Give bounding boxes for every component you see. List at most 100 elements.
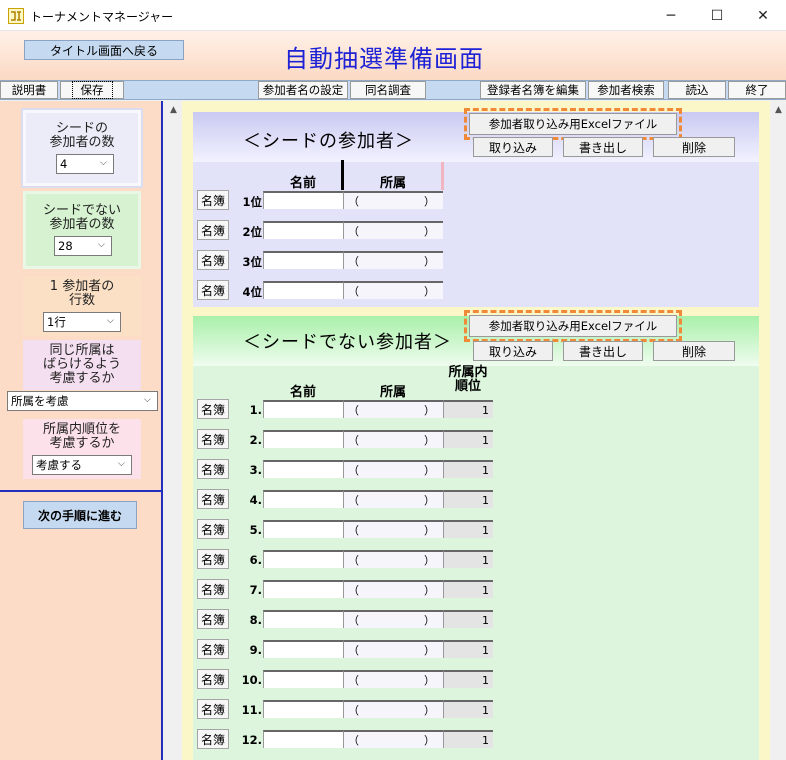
- name-field[interactable]: [263, 550, 343, 568]
- name-field[interactable]: [263, 520, 343, 538]
- nonseed-excel-file-button[interactable]: 参加者取り込み用Excelファイル: [464, 310, 682, 342]
- name-field[interactable]: [263, 610, 343, 628]
- nonseed-col-affil: 所属: [379, 385, 406, 400]
- nonseed-export-button[interactable]: 書き出し: [563, 341, 643, 361]
- affiliation-field[interactable]: （）: [343, 640, 443, 658]
- roster-button[interactable]: 名簿: [197, 639, 229, 659]
- affiliation-field[interactable]: （）: [343, 400, 443, 418]
- roster-button[interactable]: 名簿: [197, 579, 229, 599]
- affil-order-field[interactable]: 1: [443, 400, 493, 418]
- seed-col-affil: 所属: [379, 176, 406, 191]
- nonseed-delete-button[interactable]: 削除: [653, 341, 735, 361]
- affiliation-field[interactable]: （）: [343, 191, 443, 209]
- affiliation-field[interactable]: （）: [343, 730, 443, 748]
- edit-registry-button[interactable]: 登録者名簿を編集: [480, 81, 586, 99]
- same-affil-select[interactable]: 所属を考慮 ⌵: [7, 391, 158, 411]
- rows-select[interactable]: 1行 ⌵: [43, 312, 121, 332]
- affiliation-field[interactable]: （）: [343, 430, 443, 448]
- roster-button[interactable]: 名簿: [197, 519, 229, 539]
- affil-order-field[interactable]: 1: [443, 520, 493, 538]
- affiliation-field[interactable]: （）: [343, 610, 443, 628]
- name-field[interactable]: [263, 490, 343, 508]
- affiliation-field[interactable]: （）: [343, 251, 443, 269]
- roster-button[interactable]: 名簿: [197, 459, 229, 479]
- affil-order-field[interactable]: 1: [443, 610, 493, 628]
- next-step-button[interactable]: 次の手順に進む: [23, 501, 137, 529]
- exit-button[interactable]: 終了: [728, 81, 786, 99]
- roster-button[interactable]: 名簿: [197, 190, 229, 210]
- name-field[interactable]: [263, 400, 343, 418]
- name-field[interactable]: [263, 251, 343, 269]
- roster-button[interactable]: 名簿: [197, 549, 229, 569]
- roster-button[interactable]: 名簿: [197, 399, 229, 419]
- roster-button[interactable]: 名簿: [197, 699, 229, 719]
- affiliation-field[interactable]: （）: [343, 460, 443, 478]
- affil-rank-select[interactable]: 考慮する ⌵: [32, 455, 132, 475]
- maximize-button[interactable]: ☐: [694, 0, 740, 31]
- affil-open-paren: （: [348, 734, 359, 747]
- name-field[interactable]: [263, 730, 343, 748]
- affil-order-field[interactable]: 1: [443, 580, 493, 598]
- back-to-title-button[interactable]: タイトル画面へ戻る: [24, 40, 184, 60]
- name-field[interactable]: [263, 700, 343, 718]
- same-affil-panel: 同じ所属は ばらけるよう 考慮するか: [23, 340, 141, 390]
- left-scrollbar[interactable]: ▲: [165, 101, 182, 760]
- seed-export-button[interactable]: 書き出し: [563, 137, 643, 157]
- affil-order-field[interactable]: 1: [443, 730, 493, 748]
- roster-button[interactable]: 名簿: [197, 220, 229, 240]
- name-field[interactable]: [263, 221, 343, 239]
- affil-order-field[interactable]: 1: [443, 430, 493, 448]
- affil-order-field[interactable]: 1: [443, 460, 493, 478]
- affiliation-field[interactable]: （）: [343, 281, 443, 299]
- close-button[interactable]: ✕: [740, 0, 786, 31]
- seed-import-button[interactable]: 取り込み: [473, 137, 553, 157]
- name-field[interactable]: [263, 430, 343, 448]
- name-field[interactable]: [263, 191, 343, 209]
- nonseed-count-select[interactable]: 28 ⌵: [54, 236, 112, 256]
- load-button[interactable]: 読込: [668, 81, 726, 99]
- scroll-up-icon[interactable]: ▲: [770, 101, 786, 118]
- minimize-button[interactable]: ─: [648, 0, 694, 31]
- search-participant-button[interactable]: 参加者検索: [588, 81, 664, 99]
- nonseed-number: 1.: [249, 403, 262, 417]
- name-field[interactable]: [263, 640, 343, 658]
- affiliation-field[interactable]: （）: [343, 520, 443, 538]
- affil-close-paren: ）: [424, 524, 435, 537]
- name-field[interactable]: [263, 460, 343, 478]
- name-field[interactable]: [263, 670, 343, 688]
- participant-name-settings-button[interactable]: 参加者名の設定: [258, 81, 348, 99]
- affiliation-field[interactable]: （）: [343, 580, 443, 598]
- affil-close-paren: ）: [424, 704, 435, 717]
- save-button[interactable]: 保存: [60, 81, 124, 99]
- roster-button[interactable]: 名簿: [197, 729, 229, 749]
- roster-button[interactable]: 名簿: [197, 280, 229, 300]
- affiliation-field[interactable]: （）: [343, 670, 443, 688]
- roster-button[interactable]: 名簿: [197, 250, 229, 270]
- affil-order-field[interactable]: 1: [443, 550, 493, 568]
- affil-order-field[interactable]: 1: [443, 640, 493, 658]
- seed-delete-button[interactable]: 削除: [653, 137, 735, 157]
- affil-open-paren: （: [348, 614, 359, 627]
- roster-button[interactable]: 名簿: [197, 669, 229, 689]
- same-name-check-button[interactable]: 同名調査: [350, 81, 426, 99]
- name-field[interactable]: [263, 580, 343, 598]
- affil-order-field[interactable]: 1: [443, 490, 493, 508]
- roster-button[interactable]: 名簿: [197, 609, 229, 629]
- affiliation-field[interactable]: （）: [343, 550, 443, 568]
- affiliation-field[interactable]: （）: [343, 221, 443, 239]
- right-scrollbar[interactable]: ▲: [770, 101, 786, 760]
- affil-order-field[interactable]: 1: [443, 700, 493, 718]
- affiliation-field[interactable]: （）: [343, 490, 443, 508]
- seed-excel-file-button[interactable]: 参加者取り込み用Excelファイル: [464, 108, 682, 140]
- affiliation-field[interactable]: （）: [343, 700, 443, 718]
- column-divider: [441, 162, 444, 190]
- roster-button[interactable]: 名簿: [197, 429, 229, 449]
- seed-count-select[interactable]: 4 ⌵: [56, 154, 114, 174]
- affil-open-paren: （: [348, 554, 359, 567]
- name-field[interactable]: [263, 281, 343, 299]
- manual-button[interactable]: 説明書: [0, 81, 58, 99]
- scroll-up-icon[interactable]: ▲: [165, 101, 182, 118]
- affil-order-field[interactable]: 1: [443, 670, 493, 688]
- roster-button[interactable]: 名簿: [197, 489, 229, 509]
- nonseed-import-button[interactable]: 取り込み: [473, 341, 553, 361]
